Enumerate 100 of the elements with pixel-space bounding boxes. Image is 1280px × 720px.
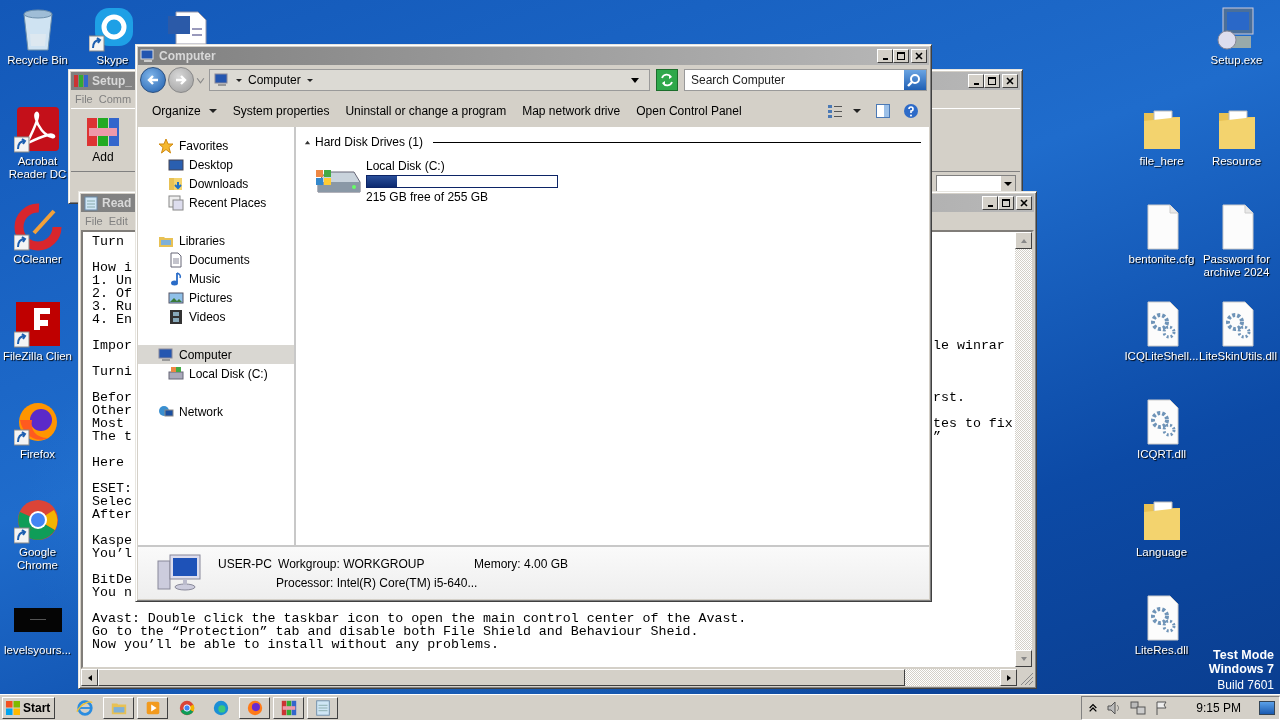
scroll-up-button[interactable] (1015, 232, 1032, 249)
show-desktop-button[interactable] (1259, 700, 1275, 715)
text-line: Avast: Double click the taskbar icon to open the main control center of the Avast. (92, 612, 747, 625)
computer-icon (158, 346, 174, 363)
collapse-icon[interactable] (304, 138, 311, 146)
caret-icon[interactable] (1001, 176, 1015, 192)
text-line: Turni (92, 365, 132, 378)
text-line: Impor (92, 339, 132, 352)
caret-icon[interactable] (853, 107, 861, 115)
close-button[interactable] (1002, 74, 1018, 88)
icon-label: Acrobat Reader DC (7, 155, 68, 181)
search-icon (906, 72, 922, 88)
vertical-scrollbar[interactable] (1015, 232, 1032, 667)
nav-item[interactable]: Computer (138, 345, 294, 364)
minimize-button[interactable] (877, 49, 893, 63)
caret-icon[interactable] (631, 76, 639, 84)
app-icon[interactable] (13, 105, 62, 153)
os-notice-text: Build 7601 (1217, 678, 1274, 692)
refresh-button[interactable] (656, 69, 678, 91)
nav-item[interactable]: Recent Places (138, 193, 294, 212)
text-line: tes to fix (933, 417, 1013, 430)
icon-label: Setup.exe (1209, 54, 1264, 67)
help-icon[interactable] (903, 103, 919, 119)
search-box[interactable]: Search Computer (684, 69, 927, 91)
nav-item[interactable]: Network (138, 402, 294, 421)
caret-icon[interactable] (235, 76, 243, 84)
close-button[interactable] (1016, 196, 1032, 210)
window-title: Computer (159, 49, 216, 63)
text-line: ESET: (92, 482, 132, 495)
minimize-button[interactable] (982, 196, 998, 210)
maximize-button[interactable] (998, 196, 1014, 210)
taskbar-button[interactable] (103, 696, 134, 719)
nav-item[interactable]: Favorites (138, 136, 294, 155)
search-field[interactable]: Search Computer (685, 70, 904, 90)
app-icon[interactable] (13, 203, 62, 251)
maximize-button[interactable] (984, 74, 1000, 88)
toolbar-button[interactable]: Uninstall or change a program (337, 100, 515, 122)
icon-label: LiteRes.dll (1133, 644, 1190, 657)
toolbar-button[interactable]: Add (79, 116, 127, 164)
browser-icon (211, 698, 230, 717)
group-header[interactable]: Hard Disk Drives (1) (315, 135, 423, 149)
start-button[interactable]: Start (2, 696, 55, 719)
computer-name: USER-PC (218, 556, 272, 571)
notepad-icon (83, 195, 99, 211)
minimize-icon (973, 82, 979, 85)
nav-item[interactable]: Videos (138, 307, 294, 326)
address-bar[interactable]: Computer (209, 69, 650, 91)
refresh-icon (659, 72, 675, 88)
picture-icon (168, 289, 184, 306)
nav-item[interactable]: Libraries (138, 231, 294, 250)
search-button[interactable] (904, 70, 926, 90)
toolbar-button[interactable]: Map network drive (514, 100, 629, 122)
forward-button[interactable] (168, 67, 194, 93)
nav-item[interactable]: Downloads (138, 174, 294, 193)
taskbar-button[interactable] (239, 696, 270, 719)
text-line: Here (92, 456, 124, 469)
toolbar-button[interactable]: Organize (144, 100, 225, 122)
icon-label: Password for archive 2024 (1201, 253, 1272, 279)
back-button[interactable] (140, 67, 166, 93)
scroll-thumb[interactable] (98, 669, 905, 686)
os-notice-text: Windows 7 (1208, 662, 1274, 676)
processor-text: Processor: Intel(R) Core(TM) i5-640... (275, 575, 479, 590)
computer-icon (156, 553, 204, 593)
scroll-left-button[interactable] (81, 669, 98, 686)
browser-icon (75, 698, 94, 717)
preview-pane-icon[interactable] (875, 103, 891, 119)
icon-label: Resource (1210, 155, 1263, 168)
nav-item[interactable]: Pictures (138, 288, 294, 307)
clock[interactable]: 9:15 PM (1196, 700, 1241, 715)
text-line: Most (92, 417, 124, 430)
view-options-icon[interactable] (827, 103, 843, 119)
nav-item[interactable]: Documents (138, 250, 294, 269)
taskbar-button[interactable] (273, 696, 304, 719)
maximize-icon (987, 76, 997, 86)
app-icon[interactable] (13, 300, 62, 348)
scroll-down-button[interactable] (1015, 650, 1032, 667)
scroll-right-button[interactable] (1000, 669, 1017, 686)
toolbar-button[interactable]: System properties (224, 100, 338, 122)
caret-icon (208, 107, 217, 115)
icon-label: Google Chrome (16, 546, 59, 572)
taskbar-button[interactable] (137, 696, 168, 719)
maximize-button[interactable] (893, 49, 909, 63)
text-line: rst. (933, 391, 965, 404)
text-line: The t (92, 430, 132, 443)
nav-item[interactable]: Local Disk (C:) (138, 364, 294, 383)
taskbar-button[interactable] (307, 696, 338, 719)
icon-label: FileZilla Clien (2, 350, 73, 363)
text-line: ” (933, 430, 941, 443)
nav-item[interactable]: Music (138, 269, 294, 288)
icon-label: ICQLiteShell... (1124, 350, 1199, 363)
network-icon[interactable] (1130, 699, 1147, 716)
text-line: 2. Of (92, 287, 132, 300)
nav-item[interactable]: Desktop (138, 155, 294, 174)
icon-label: levelsyours... (2, 644, 73, 657)
caret-icon[interactable] (305, 76, 314, 84)
toolbar-button[interactable]: Open Control Panel (628, 100, 750, 122)
drive-name[interactable]: Local Disk (C:) (366, 159, 558, 173)
show-hidden-icons-icon[interactable] (1088, 702, 1099, 713)
close-button[interactable] (911, 49, 927, 63)
minimize-button[interactable] (968, 74, 984, 88)
